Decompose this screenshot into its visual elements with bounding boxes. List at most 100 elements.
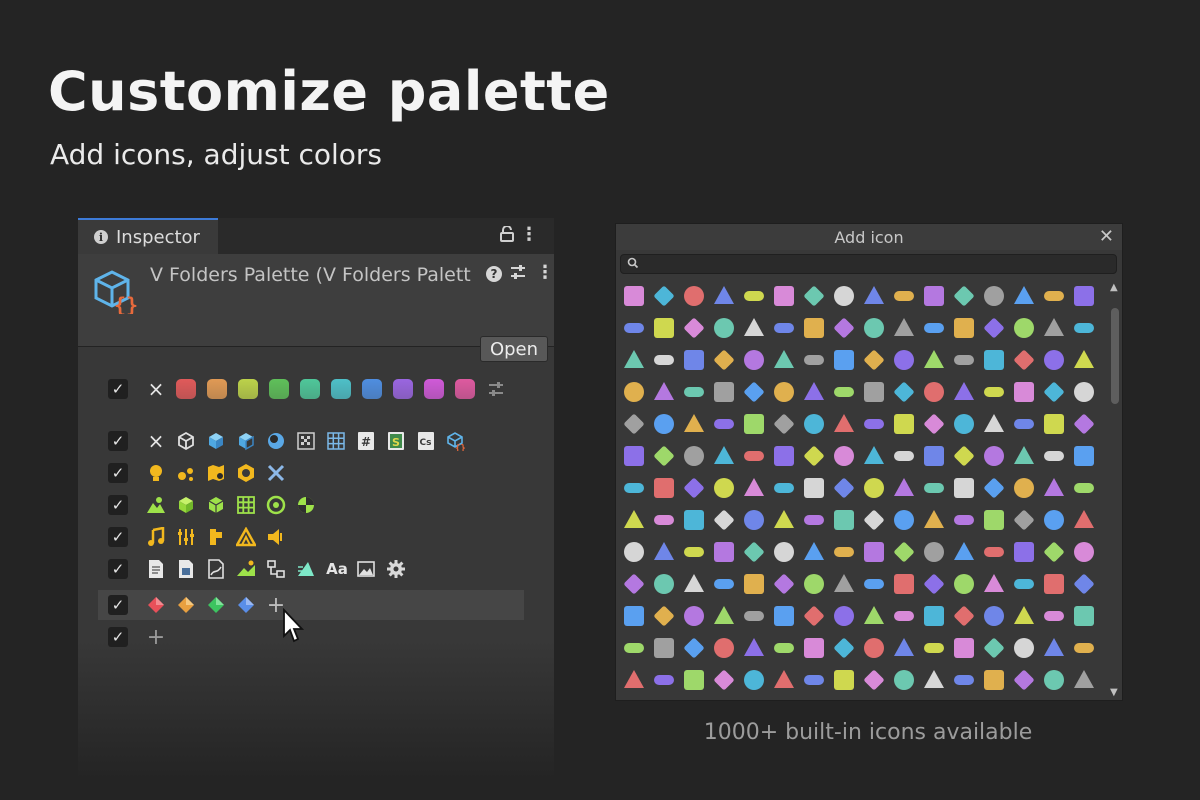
icon-option[interactable] [743,381,765,403]
icon-option[interactable] [774,446,794,466]
audio-source-icon[interactable] [236,527,256,547]
icon-option[interactable] [1013,509,1035,531]
icon-option[interactable] [834,510,854,530]
icon-option[interactable] [744,318,764,336]
icon-option[interactable] [1074,510,1094,528]
icon-option[interactable] [954,675,974,685]
icon-option[interactable] [984,670,1004,690]
document-icon[interactable] [146,559,166,579]
lock-icon[interactable] [500,225,514,246]
icon-option[interactable] [1044,638,1064,656]
row-checkbox[interactable]: ✓ [108,595,128,615]
red-diamond-icon[interactable] [146,595,166,615]
icon-option[interactable] [894,451,914,461]
icon-option[interactable] [684,387,704,397]
row-checkbox[interactable]: ✓ [108,559,128,579]
hierarchy-icon[interactable] [266,559,286,579]
icon-option[interactable] [833,317,855,339]
icon-option[interactable] [953,285,975,307]
icon-option[interactable] [1044,670,1064,690]
icon-option[interactable] [714,382,734,402]
prefab-icon[interactable] [176,431,196,451]
icon-option[interactable] [924,446,944,466]
icon-option[interactable] [924,483,944,493]
icon-option[interactable] [864,318,884,338]
icon-option[interactable] [834,286,854,306]
color-swatch[interactable] [176,379,196,399]
icon-option[interactable] [624,643,644,653]
icon-option[interactable] [864,478,884,498]
arrow-up-icon[interactable]: ▲ [1110,282,1118,293]
icon-option[interactable] [684,414,704,432]
icon-option[interactable] [894,318,914,336]
icon-option[interactable] [684,670,704,690]
icon-option[interactable] [654,515,674,525]
icon-option[interactable] [924,286,944,306]
icon-option[interactable] [954,574,974,594]
search-input[interactable] [620,254,1117,274]
icon-option[interactable] [834,350,854,370]
icon-option[interactable] [684,510,704,530]
icon-option[interactable] [624,483,644,493]
icon-option[interactable] [804,574,824,594]
row-checkbox[interactable]: ✓ [108,431,128,451]
icon-option[interactable] [624,510,644,528]
icon-option[interactable] [1074,286,1094,306]
icon-option[interactable] [863,669,885,691]
icon-option[interactable] [894,350,914,370]
icon-option[interactable] [623,573,645,595]
icon-option[interactable] [894,510,914,530]
icon-option[interactable] [834,414,854,432]
icon-option[interactable] [714,579,734,589]
icon-option[interactable] [714,419,734,429]
sliders-icon[interactable] [510,264,526,284]
icon-option[interactable] [894,611,914,621]
checker-icon[interactable] [296,431,316,451]
icon-option[interactable] [924,382,944,402]
close-icon[interactable]: × [146,377,166,401]
icon-option[interactable] [684,574,704,592]
icon-option[interactable] [1014,579,1034,589]
icon-option[interactable] [1074,606,1094,626]
icon-option[interactable] [654,478,674,498]
icon-option[interactable] [984,446,1004,466]
icon-option[interactable] [834,606,854,626]
music-note-icon[interactable] [146,527,166,547]
arrow-down-icon[interactable]: ▼ [1110,687,1118,698]
icon-option[interactable] [653,445,675,467]
icon-option[interactable] [713,509,735,531]
icon-option[interactable] [713,669,735,691]
icon-option[interactable] [984,547,1004,557]
icon-option[interactable] [1014,542,1034,562]
icon-option[interactable] [774,542,794,562]
icon-option[interactable] [924,510,944,528]
icon-option[interactable] [804,478,824,498]
icon-option[interactable] [683,477,705,499]
icon-option[interactable] [714,542,734,562]
icon-option[interactable] [744,574,764,594]
color-swatch[interactable] [300,379,320,399]
icon-option[interactable] [624,350,644,368]
icon-option[interactable] [1014,382,1034,402]
icon-option[interactable] [1014,419,1034,429]
icon-option[interactable] [773,413,795,435]
terrain-icon[interactable] [146,495,166,515]
icon-option[interactable] [1073,573,1095,595]
icon-option[interactable] [894,638,914,656]
icon-option[interactable] [863,349,885,371]
icon-option[interactable] [894,574,914,594]
icon-option[interactable] [624,606,644,626]
icon-option[interactable] [774,606,794,626]
icon-option[interactable] [924,606,944,626]
icon-option[interactable] [684,547,704,557]
icon-option[interactable] [714,478,734,498]
icon-option[interactable] [954,542,974,560]
icon-option[interactable] [1074,382,1094,402]
icon-option[interactable] [624,323,644,333]
icon-option[interactable] [864,638,884,658]
orange-diamond-icon[interactable] [176,595,196,615]
icon-option[interactable] [803,605,825,627]
icon-option[interactable] [864,579,884,589]
close-icon[interactable]: ✕ [1099,226,1114,247]
green-box-icon[interactable] [206,495,226,515]
